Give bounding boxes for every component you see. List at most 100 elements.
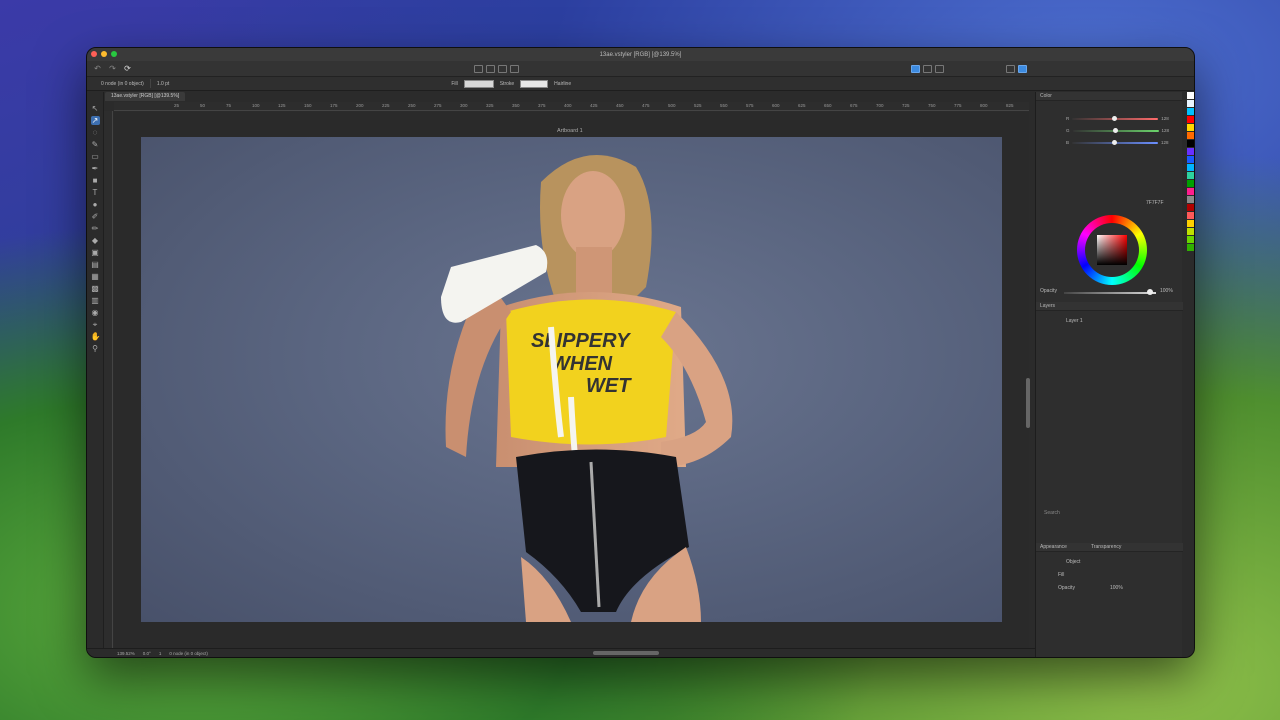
channel-slider[interactable] [1072,115,1159,121]
hex-field[interactable]: 7F7F7F [1146,200,1164,206]
palette-swatch[interactable] [1187,108,1194,115]
panel-toggle-icon[interactable] [1006,64,1015,73]
vertical-scrollbar[interactable] [1026,378,1030,428]
align-right-icon[interactable] [498,64,507,73]
undo-icon[interactable]: ↶ [93,64,102,73]
channel-value[interactable]: 128 [1161,140,1169,145]
channel-slider-knob[interactable] [1112,139,1118,145]
close-window-button[interactable] [91,51,97,57]
channel-row: G 128 [1066,127,1176,133]
channel-slider-knob[interactable] [1112,127,1118,133]
outline-icon[interactable] [935,64,944,73]
page-field[interactable]: 1 [159,651,162,656]
channel-slider[interactable] [1072,139,1159,145]
palette-swatch[interactable] [1187,244,1194,251]
ruler-tick-label: 100 [252,103,260,108]
align-center-icon[interactable] [486,64,495,73]
channel-value[interactable]: 128 [1161,116,1169,121]
right-panel: Color R 128 G 128 B 128 7F7F7F Opacity 100% L… [1035,92,1183,657]
saturation-square[interactable] [1097,235,1127,265]
symbol-tool-icon[interactable]: ◉ [91,308,100,317]
color-wheel[interactable] [1077,215,1147,285]
palette-swatch[interactable] [1187,212,1194,219]
palette-swatch[interactable] [1187,188,1194,195]
ruler-tick-label: 475 [642,103,650,108]
text-tool-icon[interactable]: T [91,188,100,197]
appearance-tab[interactable]: Appearance [1040,544,1067,550]
channel-slider[interactable] [1072,127,1159,133]
rectangle-tool-icon[interactable]: ■ [91,176,100,185]
palette-swatch[interactable] [1187,180,1194,187]
pencil-tool-icon[interactable]: ✏ [91,224,100,233]
mesh-tool-icon[interactable]: ▦ [91,272,100,281]
palette-swatch[interactable] [1187,92,1194,99]
ellipse-tool-icon[interactable]: ● [91,200,100,209]
palette-swatch[interactable] [1187,156,1194,163]
horizontal-ruler: 25 50 75 100 125 150 175 200 225 250 275 300 325 350 3… [114,102,1029,111]
color-tab[interactable]: Color [1040,93,1052,99]
channel-value[interactable]: 128 [1162,128,1170,133]
palette-swatch[interactable] [1187,164,1194,171]
minimize-window-button[interactable] [101,51,107,57]
artboard[interactable]: SLIPPERY WHEN WET [141,137,1002,622]
stamp-tool-icon[interactable]: ▣ [91,248,100,257]
appearance-opacity-value[interactable]: 100% [1110,585,1123,591]
active-panel-icon[interactable] [1018,64,1027,73]
zoom-tool-icon[interactable]: ⚲ [91,344,100,353]
stroke-style-select[interactable]: Hairline [554,81,571,87]
palette-swatch[interactable] [1187,148,1194,155]
node-tool-icon[interactable]: ↗ [90,116,100,125]
appearance-panel-header: Appearance Transparency [1036,543,1183,552]
angle-field[interactable]: 0.0° [143,651,151,656]
preview-icon[interactable] [923,64,932,73]
opacity-value: 100% [1160,288,1173,294]
ruler-tick-label: 275 [434,103,442,108]
palette-swatch[interactable] [1187,132,1194,139]
stroke-label: Stroke [499,80,515,87]
align-left-icon[interactable] [474,64,483,73]
palette-swatch[interactable] [1187,140,1194,147]
grid-tool-icon[interactable]: ▩ [91,284,100,293]
gradient-tool-icon[interactable]: ▤ [91,260,100,269]
marquee-tool-icon[interactable]: ▭ [91,152,100,161]
opacity-slider-knob[interactable] [1147,289,1153,295]
layers-search-input[interactable]: Search [1044,510,1060,516]
shape-tool-icon[interactable]: ◆ [91,236,100,245]
layers-tab[interactable]: Layers [1040,303,1055,309]
stroke-swatch[interactable] [520,79,549,88]
channel-row: R 128 [1066,115,1176,121]
view-mode-icon[interactable] [911,64,920,73]
transparency-tab[interactable]: Transparency [1091,544,1121,550]
ruler-tick-label: 125 [278,103,286,108]
zoom-window-button[interactable] [111,51,117,57]
hand-tool-icon[interactable]: ✋ [91,332,101,341]
layer-row-label[interactable]: Layer 1 [1066,318,1083,324]
fill-swatch[interactable] [463,79,494,88]
line-width-field[interactable]: 1.0 pt [157,81,170,87]
palette-swatch[interactable] [1187,100,1194,107]
select-tool-icon[interactable]: ↖ [91,104,100,113]
zoom-field[interactable]: 139.52% [117,651,135,656]
palette-swatch[interactable] [1187,116,1194,123]
palette-swatch[interactable] [1187,220,1194,227]
pen-tool-icon[interactable]: ✒ [91,164,100,173]
palette-swatch[interactable] [1187,124,1194,131]
knife-tool-icon[interactable]: ✎ [91,140,100,149]
table-tool-icon[interactable]: ▥ [91,296,100,305]
palette-swatch[interactable] [1187,204,1194,211]
palette-swatch[interactable] [1187,236,1194,243]
eyedropper-tool-icon[interactable]: ⌖ [91,320,100,329]
brush-tool-icon[interactable]: ✐ [91,212,100,221]
lasso-tool-icon[interactable]: ◌ [91,128,100,137]
align-top-icon[interactable] [510,64,519,73]
title-bar: 13ae.vstyler [RGB] [@139.5%] [87,48,1194,61]
channel-slider-knob[interactable] [1112,115,1118,121]
horizontal-scrollbar[interactable] [593,651,659,655]
document-tab[interactable]: 13ae.vstyler [RGB] [@139.5%] [105,92,186,101]
palette-swatch[interactable] [1187,228,1194,235]
refresh-icon[interactable]: ⟳ [123,64,132,73]
redo-icon[interactable]: ↷ [108,64,117,73]
palette-swatch[interactable] [1187,196,1194,203]
palette-swatch[interactable] [1187,172,1194,179]
opacity-slider[interactable] [1064,292,1156,294]
